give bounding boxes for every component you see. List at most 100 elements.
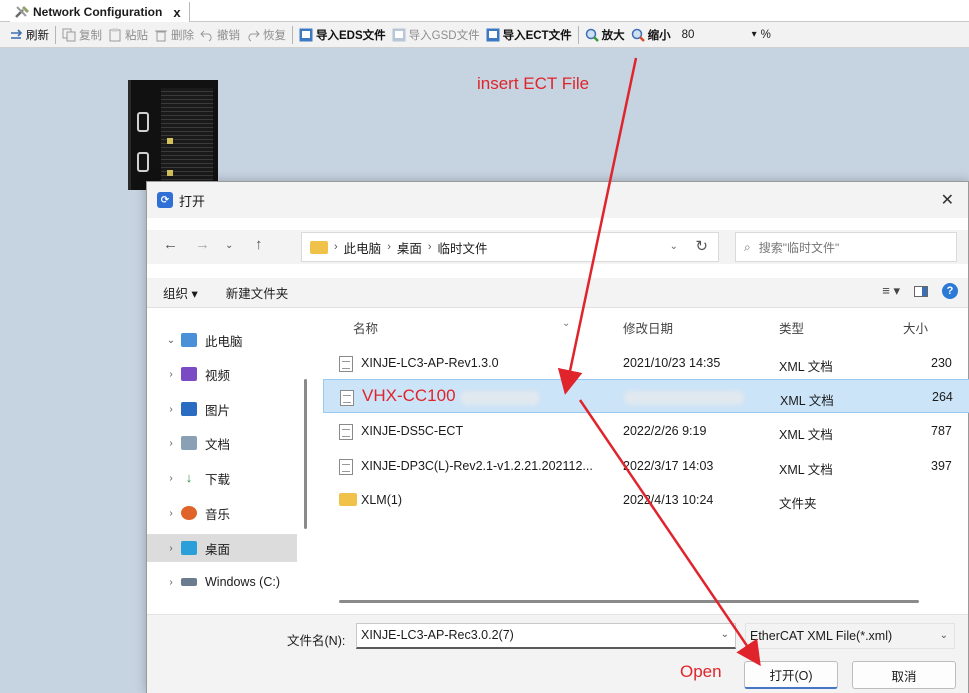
up-arrow-icon[interactable]: ↑ (255, 236, 263, 253)
delete-button[interactable]: 删除 (151, 24, 197, 46)
address-row: ← → ⌄ ↑ › 此电脑 › 桌面 › 临时文件 ⌄ ↻ ⌕ 搜索"临时文件" (147, 230, 968, 264)
device-port (137, 112, 149, 132)
search-input[interactable]: ⌕ 搜索"临时文件" (735, 232, 957, 262)
file-size: 787 (931, 424, 952, 438)
filetype-value: EtherCAT XML File(*.xml) (750, 629, 893, 643)
new-folder-button[interactable]: 新建文件夹 (226, 283, 289, 302)
chevron-down-icon[interactable]: ⌄ (670, 241, 678, 252)
device-led (167, 170, 173, 176)
preview-pane-icon[interactable] (914, 285, 928, 297)
plc-device-image[interactable] (128, 80, 218, 190)
chevron-right-icon: › (169, 403, 173, 415)
redo-button[interactable]: 恢复 (243, 24, 289, 46)
zoom-level-input[interactable]: 80 (678, 26, 748, 44)
filename-input[interactable]: XINJE-LC3-AP-Rec3.0.2(7) ⌄ (356, 623, 736, 649)
paste-button[interactable]: 粘贴 (105, 24, 151, 46)
organize-button[interactable]: 组织 ▾ (163, 283, 198, 302)
refresh-button[interactable]: 刷新 (6, 24, 52, 46)
tree-item-pictures[interactable]: › 图片 (147, 395, 297, 423)
tree-scrollbar[interactable] (304, 379, 307, 529)
dialog-title: 打开 (179, 193, 206, 209)
import-eds-label: 导入EDS文件 (316, 29, 386, 42)
file-row[interactable]: XLM(1) 2022/4/13 10:24 文件夹 (323, 483, 969, 517)
zoom-in-button[interactable]: 放大 (582, 24, 628, 46)
picture-icon (181, 402, 197, 416)
column-size[interactable]: 大小 (903, 318, 928, 337)
file-row-selected[interactable]: VHX-CC100 XML 文档 264 (323, 379, 969, 413)
view-controls: ≡ ▾ ? (882, 283, 958, 299)
import-eds-button[interactable]: 导入EDS文件 (296, 24, 389, 46)
forward-arrow-icon[interactable]: → (195, 236, 210, 253)
column-type[interactable]: 类型 (779, 318, 804, 337)
tree-item-music[interactable]: › 音乐 (147, 499, 297, 527)
zoom-out-button[interactable]: 缩小 (628, 24, 674, 46)
horizontal-scrollbar[interactable] (339, 600, 919, 603)
undo-button[interactable]: 撤销 (197, 24, 243, 46)
video-icon (181, 367, 197, 381)
command-bar: 组织 ▾ 新建文件夹 ≡ ▾ ? (147, 278, 968, 308)
import-gsd-label: 导入GSD文件 (408, 29, 480, 42)
tree-item-documents[interactable]: › 文档 (147, 429, 297, 457)
undo-label: 撤销 (217, 29, 240, 42)
file-list-header: 名称 ⌄ 修改日期 类型 大小 (323, 312, 969, 338)
tab-network-configuration[interactable]: Network Configuration x (10, 2, 190, 22)
xml-file-icon (339, 424, 353, 440)
tree-item-drive-c[interactable]: › Windows (C:) (147, 568, 297, 596)
tree-item-label: 桌面 (205, 542, 231, 557)
file-type: XML 文档 (780, 394, 834, 408)
column-name[interactable]: 名称 (353, 318, 378, 337)
file-type: XML 文档 (779, 428, 833, 442)
chevron-down-icon[interactable]: ⌄ (721, 624, 729, 646)
help-icon[interactable]: ? (942, 283, 958, 299)
view-menu-icon[interactable]: ≡ ▾ (882, 283, 900, 299)
toolbar-separator (577, 25, 579, 44)
music-icon (181, 506, 197, 520)
file-size: 264 (932, 390, 953, 404)
cancel-button[interactable]: 取消 (852, 661, 956, 689)
tree-item-desktop[interactable]: › 桌面 (147, 534, 297, 562)
file-type: XML 文档 (779, 360, 833, 374)
file-row[interactable]: XINJE-LC3-AP-Rev1.3.0 2021/10/23 14:35 X… (323, 346, 969, 380)
chevron-right-icon: › (169, 576, 173, 588)
delete-icon (154, 28, 168, 42)
chevron-down-icon[interactable]: ⌄ (225, 240, 233, 251)
annotation-insert-ect: insert ECT File (477, 74, 590, 93)
chevron-right-icon: › (169, 507, 173, 519)
folder-icon (339, 493, 357, 506)
breadcrumb-item[interactable]: 此电脑 (344, 238, 382, 257)
file-row[interactable]: XINJE-DS5C-ECT 2022/2/26 9:19 XML 文档 787 (323, 414, 969, 448)
search-placeholder: 搜索"临时文件" (758, 240, 840, 255)
filetype-select[interactable]: EtherCAT XML File(*.xml) ⌄ (745, 623, 955, 649)
chevron-right-icon: › (169, 542, 173, 554)
pc-icon (181, 333, 197, 347)
tree-item-downloads[interactable]: › ↓ 下载 (147, 464, 297, 492)
tree-item-this-pc[interactable]: ⌄ 此电脑 (147, 326, 297, 354)
import-ect-label: 导入ECT文件 (502, 29, 572, 42)
column-date[interactable]: 修改日期 (623, 318, 673, 337)
back-arrow-icon[interactable]: ← (163, 236, 178, 253)
tab-close-button[interactable]: x (173, 5, 180, 20)
dialog-footer: 文件名(N): XINJE-LC3-AP-Rec3.0.2(7) ⌄ Ether… (147, 614, 968, 693)
file-row[interactable]: XINJE-DP3C(L)-Rev2.1-v1.2.21.202112... 2… (323, 449, 969, 483)
file-name: XINJE-DS5C-ECT (361, 424, 464, 438)
open-button[interactable]: 打开(O) (744, 661, 838, 689)
import-gsd-button[interactable]: 导入GSD文件 (389, 24, 483, 46)
copy-button[interactable]: 复制 (59, 24, 105, 46)
zoom-in-icon (585, 28, 599, 42)
refresh-icon[interactable]: ↻ (695, 237, 708, 255)
xml-file-icon (339, 459, 353, 475)
undo-icon (200, 28, 214, 42)
breadcrumb[interactable]: › 此电脑 › 桌面 › 临时文件 ⌄ ↻ (301, 232, 719, 262)
breadcrumb-item[interactable]: 桌面 (397, 238, 422, 257)
close-icon[interactable]: ✕ (941, 190, 954, 210)
import-ect-button[interactable]: 导入ECT文件 (483, 24, 575, 46)
file-date: 2021/10/23 14:35 (623, 356, 721, 370)
tree-item-video[interactable]: › 视频 (147, 360, 297, 388)
toolbar: 刷新 复制 粘贴 删除 撤销 恢复 导入EDS文件 导入GSD文件 导入ECT文… (0, 22, 969, 48)
paste-label: 粘贴 (125, 29, 148, 42)
breadcrumb-item[interactable]: 临时文件 (438, 238, 488, 257)
paste-icon (108, 28, 122, 42)
chevron-down-icon[interactable]: ▾ (752, 29, 757, 40)
breadcrumb-separator: › (334, 241, 338, 253)
sort-indicator-icon: ⌄ (562, 318, 571, 329)
